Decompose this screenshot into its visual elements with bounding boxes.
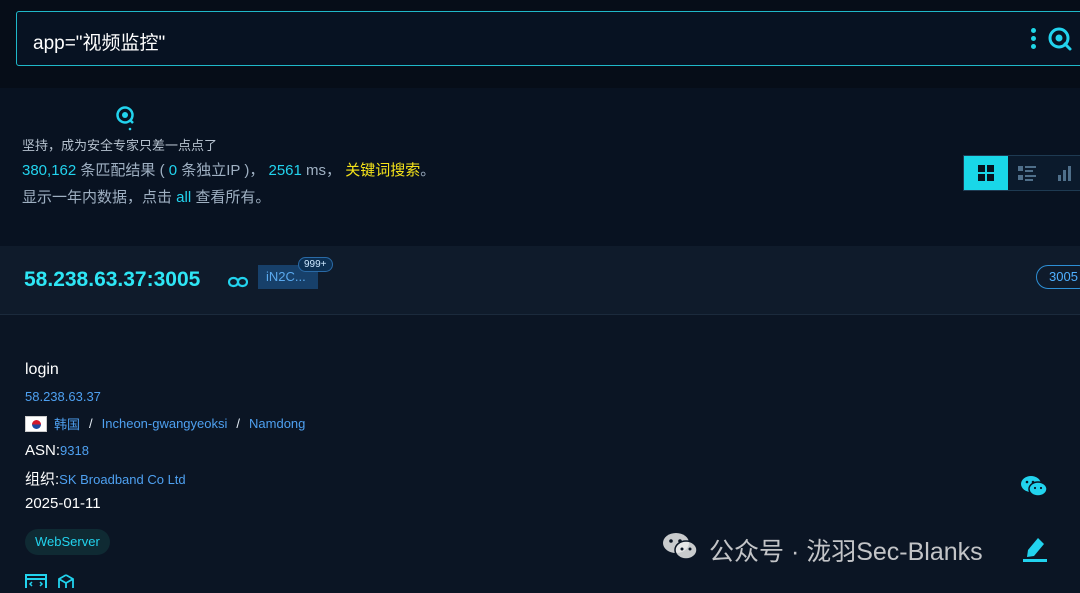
asn-label: ASN: xyxy=(25,442,61,459)
total-count: 380,162 xyxy=(22,162,77,179)
separator: / xyxy=(236,416,241,431)
logo-icon xyxy=(115,105,135,136)
count-badge: 999+ xyxy=(298,257,333,272)
cube-icon[interactable] xyxy=(57,574,75,593)
watermark: 公众号 · 泷羽Sec-Blanks xyxy=(661,531,983,568)
slogan: 坚持，成为安全专家只差一点点了 xyxy=(22,138,218,153)
search-input[interactable]: app="视频监控" xyxy=(33,28,165,55)
grid-icon xyxy=(978,165,994,181)
separator: / xyxy=(89,416,93,431)
unique-ip-count: 0 xyxy=(164,162,178,179)
result-actions xyxy=(25,574,75,593)
result-header: 58.238.63.37:3005 iN2C... 999+ 3005 xyxy=(0,246,1080,315)
wechat-icon[interactable] xyxy=(1020,474,1048,503)
location: 韩国 / Incheon-gwangyeoksi / Namdong xyxy=(25,414,305,433)
data-range-note: 显示一年内数据，点击 all 查看所有。 xyxy=(22,189,271,206)
ip-link[interactable]: 58.238.63.37 xyxy=(25,389,101,404)
org-label: 组织: xyxy=(25,471,60,488)
bar-chart-icon xyxy=(1058,166,1071,181)
edit-icon[interactable] xyxy=(1022,533,1048,568)
tech-tag-webserver[interactable]: WebServer xyxy=(25,529,110,555)
asn-row: ASN:9318 xyxy=(25,442,89,459)
chart-view-button[interactable] xyxy=(1046,156,1080,190)
asn-link[interactable]: 9318 xyxy=(60,443,89,458)
update-date: 2025-01-11 xyxy=(25,495,101,512)
org-row: 组织:SK Broadband Co Ltd xyxy=(25,468,186,489)
korea-flag-icon xyxy=(25,415,47,432)
search-box[interactable]: app="视频监控" xyxy=(16,11,1080,66)
list-icon xyxy=(1018,166,1036,181)
list-view-button[interactable] xyxy=(1008,156,1046,190)
wechat-icon xyxy=(661,531,699,568)
port-badge[interactable]: 3005 xyxy=(1036,265,1080,289)
show-all-link[interactable]: all xyxy=(176,189,191,206)
results-summary: 坚持，成为安全专家只差一点点了 380,162 条匹配结果 ( 0 条独立IP … xyxy=(0,88,1080,246)
view-toggle xyxy=(963,155,1080,191)
city-link[interactable]: Namdong xyxy=(249,416,305,431)
more-options-icon[interactable] xyxy=(1029,28,1037,50)
result-stats: 380,162 条匹配结果 ( 0 条独立IP )， 2561 ms， 关键词搜… xyxy=(22,162,436,179)
region-link[interactable]: Incheon-gwangyeoksi xyxy=(102,416,228,431)
org-link[interactable]: SK Broadband Co Ltd xyxy=(59,472,185,487)
code-icon[interactable] xyxy=(25,574,47,593)
watermark-text: 公众号 · 泷羽Sec-Blanks xyxy=(709,537,983,566)
grid-view-button[interactable] xyxy=(964,156,1008,190)
keyword-search-link[interactable]: 关键词搜索 xyxy=(341,162,420,179)
country-link[interactable]: 韩国 xyxy=(54,414,80,433)
top-bar: app="视频监控" xyxy=(0,0,1080,88)
link-icon[interactable] xyxy=(227,275,249,293)
search-icon[interactable] xyxy=(1047,26,1073,57)
result-ip-port[interactable]: 58.238.63.37:3005 xyxy=(24,268,200,292)
site-title: login xyxy=(25,361,59,378)
query-time: 2561 xyxy=(264,162,302,179)
